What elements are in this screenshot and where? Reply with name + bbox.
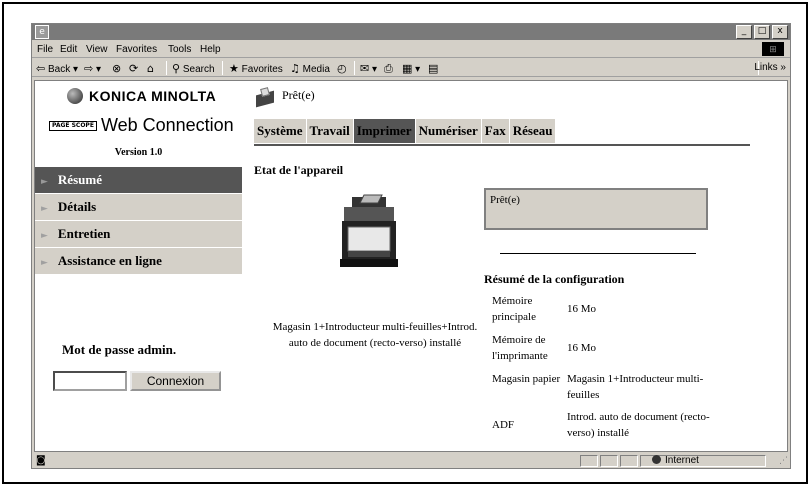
tab-underline <box>254 144 750 146</box>
menu-help[interactable]: Help <box>200 44 221 55</box>
back-arrow-icon: ⇦ <box>36 62 46 75</box>
sidebar-nav: ► Résumé ► Détails ► Entretien ► Assistance … <box>35 167 242 275</box>
config-label: Mémoire principale <box>492 295 536 323</box>
admin-password-label: Mot de passe admin. <box>62 342 177 357</box>
main-panel: Prêt(e) Système Travail Imprimer Numéris… <box>242 81 787 451</box>
globe-icon <box>67 88 83 104</box>
product-name: Web Connection <box>100 115 234 135</box>
links-button[interactable]: Links » <box>754 62 786 73</box>
menu-tools[interactable]: Tools <box>168 44 191 55</box>
search-button[interactable]: ⚲ Search <box>172 62 215 75</box>
pagescope-logo: PAGE SCOPE Web Connection <box>49 115 239 136</box>
browser-window: e _ □ x File Edit View Favorites Tools H… <box>31 23 791 469</box>
print-button[interactable]: ⎙ <box>384 62 393 76</box>
internet-globe-icon <box>652 455 661 464</box>
sidebar: KONICA MINOLTA PAGE SCOPE Web Connection … <box>35 81 242 451</box>
config-label: Magasin papier <box>492 373 561 385</box>
tab-fax[interactable]: Fax <box>481 119 509 143</box>
minimize-button[interactable]: _ <box>736 25 752 39</box>
login-button[interactable]: Connexion <box>130 371 221 391</box>
history-icon: ◴ <box>337 62 347 75</box>
pagescope-badge: PAGE SCOPE <box>49 121 97 131</box>
arrow-right-icon: ► <box>41 204 48 214</box>
windows-logo-icon: ⊞ <box>762 42 784 56</box>
edit-button[interactable]: ▦ ▾ <box>402 62 420 75</box>
sidebar-item-entretien[interactable]: ► Entretien <box>35 221 242 247</box>
device-status-header: Prêt(e) <box>254 87 315 108</box>
config-value: 16 Mo <box>567 342 597 354</box>
home-button[interactable]: ⌂ <box>147 62 154 75</box>
arrow-right-icon: ► <box>41 231 48 241</box>
browser-toolbar: ⇦ Back ▾ ⇨ ▾ ⊗ ⟳ ⌂ ⚲ Search ★ Favorites … <box>32 59 790 77</box>
config-value: Introd. auto de document (recto-verso) i… <box>567 411 710 439</box>
tab-reseau[interactable]: Réseau <box>509 119 556 143</box>
menu-bar: File Edit View Favorites Tools Help <box>32 41 790 58</box>
tab-bar: Système Travail Imprimer Numériser Fax R… <box>254 119 556 143</box>
menu-view[interactable]: View <box>86 44 108 55</box>
stop-icon: ⊗ <box>112 62 122 75</box>
divider <box>500 253 696 254</box>
favorites-button[interactable]: ★ Favorites <box>229 62 283 75</box>
stop-button[interactable]: ⊗ <box>112 62 121 75</box>
forward-arrow-icon: ⇨ <box>84 62 94 75</box>
word-icon: ▦ <box>402 62 413 75</box>
page-content: KONICA MINOLTA PAGE SCOPE Web Connection … <box>34 80 788 452</box>
status-message-box: Prêt(e) <box>484 188 708 230</box>
config-label: ADF <box>492 419 515 431</box>
menu-favorites[interactable]: Favorites <box>116 44 157 55</box>
status-cell <box>580 455 598 467</box>
back-button[interactable]: ⇦ Back ▾ <box>36 62 78 75</box>
status-cell <box>600 455 618 467</box>
security-zone: Internet <box>652 455 699 466</box>
maximize-button[interactable]: □ <box>754 25 770 39</box>
media-button[interactable]: ♫ Media <box>290 62 330 75</box>
status-cell <box>620 455 638 467</box>
toolbar-separator <box>166 61 167 75</box>
refresh-button[interactable]: ⟳ <box>129 62 138 75</box>
config-value: Magasin 1+Introducteur multi-feuilles <box>567 373 704 401</box>
discuss-icon: ▤ <box>428 62 439 75</box>
admin-password-input[interactable] <box>53 371 127 391</box>
version-label: Version 1.0 <box>114 147 163 158</box>
sidebar-item-resume[interactable]: ► Résumé <box>35 167 242 193</box>
forward-button[interactable]: ⇨ ▾ <box>84 62 101 75</box>
arrow-right-icon: ► <box>41 258 48 268</box>
printer-status-icon <box>254 87 276 108</box>
menu-edit[interactable]: Edit <box>60 44 77 55</box>
page-icon: ◙ <box>36 455 46 466</box>
arrow-right-icon: ► <box>41 177 48 187</box>
close-button[interactable]: x <box>772 25 788 39</box>
section-title: Etat de l'appareil <box>254 163 344 177</box>
sidebar-item-details[interactable]: ► Détails <box>35 194 242 220</box>
print-icon: ⎙ <box>384 62 393 75</box>
media-icon: ♫ <box>290 62 300 75</box>
device-description: Magasin 1+Introducteur multi-feuilles+In… <box>272 321 478 349</box>
refresh-icon: ⟳ <box>129 62 139 75</box>
ie-page-icon: e <box>35 25 49 39</box>
toolbar-separator <box>222 61 223 75</box>
favorites-icon: ★ <box>229 62 239 75</box>
tab-travail[interactable]: Travail <box>306 119 353 143</box>
tab-imprimer[interactable]: Imprimer <box>353 119 415 143</box>
discuss-button[interactable]: ▤ <box>428 62 438 75</box>
tab-numeriser[interactable]: Numériser <box>415 119 481 143</box>
status-bar: ◙ Internet ⋰ <box>32 454 790 468</box>
mail-icon: ✉ <box>360 62 370 75</box>
history-button[interactable]: ◴ <box>337 62 347 75</box>
title-bar[interactable]: e _ □ x <box>32 24 790 40</box>
config-value: 16 Mo <box>567 303 597 315</box>
tab-systeme[interactable]: Système <box>254 119 306 143</box>
config-summary-title: Résumé de la configuration <box>484 272 625 286</box>
konica-minolta-logo: KONICA MINOLTA <box>67 88 216 104</box>
menu-file[interactable]: File <box>37 44 53 55</box>
printer-device-image <box>340 194 398 267</box>
status-text: Prêt(e) <box>282 88 315 102</box>
mail-button[interactable]: ✉ ▾ <box>360 62 377 75</box>
home-icon: ⌂ <box>147 62 154 75</box>
search-icon: ⚲ <box>172 62 181 75</box>
config-label: Mémoire de l'imprimante <box>492 334 548 362</box>
sidebar-item-assistance[interactable]: ► Assistance en ligne <box>35 248 242 274</box>
toolbar-separator <box>354 61 355 75</box>
resize-grip-icon[interactable]: ⋰ <box>779 456 788 466</box>
